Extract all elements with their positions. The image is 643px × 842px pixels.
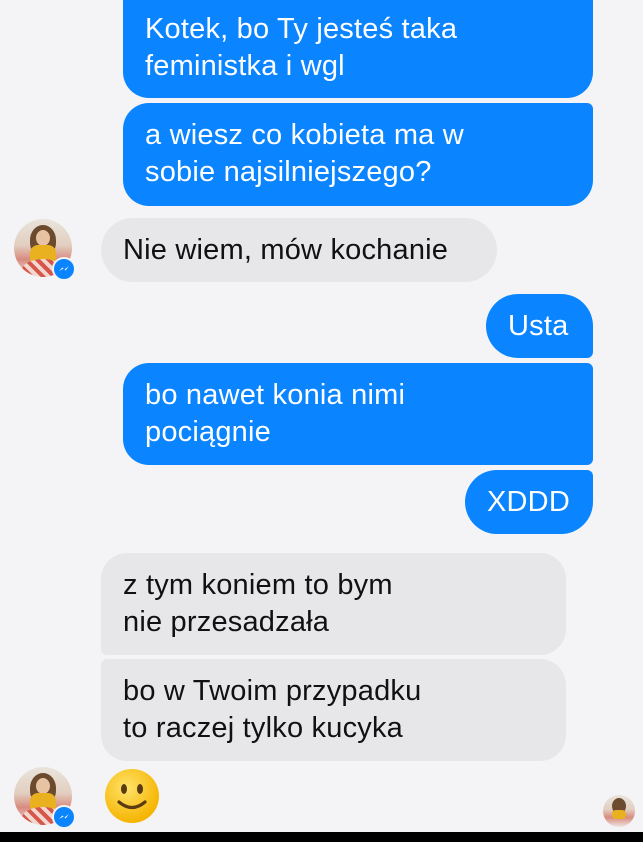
- message-outgoing[interactable]: XDDD: [465, 470, 593, 534]
- messenger-badge-icon: [52, 805, 76, 829]
- message-outgoing[interactable]: a wiesz co kobieta ma w sobie najsilniej…: [123, 103, 593, 206]
- message-line: sobie najsilniejszego?: [145, 156, 432, 188]
- message-line: bo nawet konia nimi: [145, 379, 406, 411]
- message-line: a wiesz co kobieta ma w: [145, 119, 464, 151]
- message-line: z tym koniem to bym: [123, 569, 393, 601]
- contact-avatar[interactable]: [14, 767, 76, 829]
- message-line: Usta: [508, 310, 569, 342]
- message-line: Nie wiem, mów kochanie: [123, 234, 449, 266]
- message-line: Kotek, bo Ty jesteś taka: [145, 13, 458, 45]
- slightly-smiling-face-icon[interactable]: [103, 767, 161, 825]
- messenger-badge-icon: [52, 257, 76, 281]
- message-line: feministka i wgl: [145, 50, 345, 82]
- contact-avatar[interactable]: [14, 219, 76, 281]
- message-line: pociągnie: [145, 416, 271, 448]
- message-line: bo w Twoim przypadku: [123, 675, 422, 707]
- message-line: nie przesadzała: [123, 606, 330, 638]
- message-outgoing[interactable]: Usta: [486, 294, 593, 358]
- seen-avatar-icon: [603, 795, 635, 827]
- message-outgoing[interactable]: Kotek, bo Ty jesteś taka feministka i wg…: [123, 0, 593, 98]
- message-line: to raczej tylko kucyka: [123, 712, 403, 744]
- message-line: XDDD: [487, 486, 570, 518]
- message-outgoing[interactable]: bo nawet konia nimi pociągnie: [123, 363, 593, 465]
- message-incoming[interactable]: bo w Twoim przypadku to raczej tylko kuc…: [101, 659, 566, 761]
- message-incoming[interactable]: Nie wiem, mów kochanie: [101, 218, 497, 282]
- message-incoming[interactable]: z tym koniem to bym nie przesadzała: [101, 553, 566, 655]
- bottom-edge: [0, 832, 643, 842]
